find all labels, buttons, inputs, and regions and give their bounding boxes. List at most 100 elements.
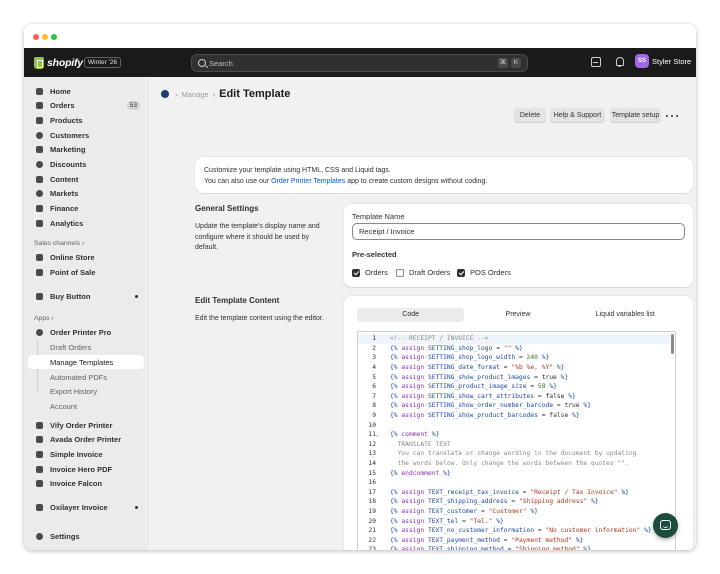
bell-icon[interactable] xyxy=(615,57,625,67)
checkbox-checked xyxy=(352,268,360,277)
sidebar-item-buy-button[interactable]: Buy Button xyxy=(28,289,144,303)
sidebar-item-products[interactable]: Products xyxy=(28,113,144,127)
line-number: 17 xyxy=(368,488,376,496)
draft-orders-checkbox[interactable]: Draft Orders xyxy=(396,268,450,277)
sidebar-item-orders[interactable]: Orders 53 xyxy=(28,99,144,113)
code-text: {% assign SETTING_show_product_barcodes … xyxy=(390,412,580,420)
sidebar-item-export-history[interactable]: Export History xyxy=(28,385,144,399)
code-line[interactable]: 6 {% assign SETTING_product_image_size = … xyxy=(358,382,670,392)
code-line[interactable]: 22 {% assign TEXT_payment_method = "Payme… xyxy=(358,536,670,546)
sidebar-item-customers[interactable]: Customers xyxy=(28,128,144,142)
sidebar-item-markets[interactable]: Markets xyxy=(28,187,144,201)
sidebar-item-vify[interactable]: Vify Order Printer xyxy=(28,418,144,432)
code-line[interactable]: 2 {% assign SETTING_shop_logo = "" %} xyxy=(358,344,670,354)
code-line[interactable]: 7 {% assign SETTING_show_cart_attributes … xyxy=(358,392,670,402)
sidebar-item-discounts[interactable]: Discounts xyxy=(28,157,144,171)
sidebar-item-avada[interactable]: Avada Order Printer xyxy=(28,433,144,447)
line-number: 7 xyxy=(372,392,376,400)
code-text: {% assign SETTING_date_format = "%b %e, … xyxy=(390,364,565,372)
code-line[interactable]: 4 {% assign SETTING_date_format = "%b %e,… xyxy=(358,363,670,373)
general-settings-heading: General Settings xyxy=(195,204,259,213)
minimize-window-button[interactable] xyxy=(42,34,48,40)
shopify-logo[interactable]: shopify xyxy=(34,56,83,70)
code-line[interactable]: 9 {% assign SETTING_show_product_barcodes… xyxy=(358,411,670,421)
code-line[interactable]: 21 {% assign TEXT_no_customer_information… xyxy=(358,526,670,536)
code-line[interactable]: 13 You can translate or change wording i… xyxy=(358,449,670,459)
code-line[interactable]: 10 xyxy=(358,420,670,430)
admin-topbar: shopify Winter '26 Search ⌘ K SS Styler … xyxy=(24,48,696,77)
code-line[interactable]: 3 {% assign SETTING_shop_logo_width = 240… xyxy=(358,353,670,363)
sidebar-item-settings[interactable]: Settings xyxy=(28,529,144,543)
target-icon xyxy=(35,146,43,153)
sidebar-item-manage-templates[interactable]: Manage Templates xyxy=(28,355,144,369)
template-name-input[interactable]: Receipt / Invoice xyxy=(352,223,685,240)
code-line[interactable]: 8 {% assign SETTING_show_order_number_bar… xyxy=(358,401,670,411)
sidebar-item-automated-pdfs[interactable]: Automated PDFs xyxy=(28,370,144,384)
close-window-button[interactable] xyxy=(33,34,39,40)
code-line[interactable]: 14 the words below. Only change the word… xyxy=(358,459,670,469)
code-line[interactable]: 1 <!-- RECEIPT / INVOICE --> xyxy=(358,334,670,344)
order-printer-templates-link[interactable]: Order Printer Templates xyxy=(271,178,345,185)
pos-orders-checkbox[interactable]: POS Orders xyxy=(457,268,511,277)
code-line[interactable]: 15 {% endcomment %} xyxy=(358,468,670,478)
intro-line-1: Customize your template using HTML, CSS … xyxy=(204,167,391,174)
line-number: 22 xyxy=(368,536,376,544)
chat-button[interactable] xyxy=(653,513,678,538)
code-text: {% assign TEXT_no_customer_information =… xyxy=(390,527,652,535)
app-logo-icon[interactable] xyxy=(161,90,169,98)
sales-channels-heading[interactable]: Sales channels › xyxy=(34,240,84,247)
tab-liquid-variables[interactable]: Liquid variables list xyxy=(572,308,679,322)
sidebar-item-finance[interactable]: Finance xyxy=(28,201,144,215)
avatar[interactable]: SS xyxy=(635,54,649,68)
sidebar-item-online-store[interactable]: Online Store xyxy=(28,251,144,265)
buy-button-icon xyxy=(35,292,43,300)
code-text: {% assign TEXT_shipping_method = "Shippi… xyxy=(390,546,591,550)
avada-app-icon xyxy=(35,436,43,443)
template-setup-button[interactable]: Template setup xyxy=(610,108,661,123)
sidebar-item-marketing[interactable]: Marketing xyxy=(28,143,144,157)
code-editor[interactable]: 1 <!-- RECEIPT / INVOICE --> 2 {% assign SE… xyxy=(357,331,676,550)
sidebar-item-home[interactable]: Home xyxy=(28,84,144,98)
tab-preview[interactable]: Preview xyxy=(464,308,571,322)
oxilayer-app-icon xyxy=(35,504,43,511)
sidebar-item-invoice-hero[interactable]: Invoice Hero PDF xyxy=(28,462,144,476)
sidebar-item-account[interactable]: Account xyxy=(28,399,144,413)
code-line[interactable]: 11 ⌄ {% comment %} xyxy=(358,430,670,440)
sidebar-item-simple-invoice[interactable]: Simple Invoice xyxy=(28,447,144,461)
code-line[interactable]: 5 {% assign SETTING_show_product_images =… xyxy=(358,372,670,382)
sidebar-item-draft-orders[interactable]: Draft Orders xyxy=(28,341,144,355)
sidebar-item-point-of-sale[interactable]: Point of Sale xyxy=(28,265,144,279)
code-line[interactable]: 12 TRANSLATE TEXT xyxy=(358,440,670,450)
help-support-button[interactable]: Help & Support xyxy=(550,108,605,123)
sidebar-item-order-printer-pro[interactable]: Order Printer Pro xyxy=(28,326,144,340)
store-name[interactable]: Styler Store xyxy=(652,57,691,66)
chart-icon xyxy=(35,219,43,227)
code-line[interactable]: 16 xyxy=(358,478,670,488)
code-line[interactable]: 17 {% assign TEXT_receipt_tax_invoice = "… xyxy=(358,488,670,498)
sidebar-item-invoice-falcon[interactable]: Invoice Falcon xyxy=(28,477,144,491)
more-actions-icon[interactable] xyxy=(665,109,679,122)
breadcrumb-parent[interactable]: Manage xyxy=(182,90,209,99)
line-number: 5 xyxy=(372,373,376,381)
code-line[interactable]: 23 {% assign TEXT_shipping_method = "Ship… xyxy=(358,545,670,550)
editor-scrollbar[interactable] xyxy=(671,334,674,354)
tab-code[interactable]: Code xyxy=(357,308,465,322)
code-text: {% endcomment %} xyxy=(390,469,451,477)
delete-button[interactable]: Delete xyxy=(514,108,546,123)
sidebar-item-content[interactable]: Content xyxy=(28,172,144,186)
page-title: Edit Template xyxy=(219,88,291,100)
search-input[interactable]: Search ⌘ K xyxy=(191,54,528,72)
sidebar-item-oxilayer[interactable]: Oxilayer Invoice xyxy=(28,501,144,515)
breadcrumb-separator: › xyxy=(175,89,178,99)
orders-checkbox[interactable]: Orders xyxy=(352,268,388,277)
apps-heading[interactable]: Apps › xyxy=(34,315,54,322)
line-number: 4 xyxy=(372,364,376,372)
code-line[interactable]: 18 {% assign TEXT_shipping_address = "Shi… xyxy=(358,497,670,507)
maximize-window-button[interactable] xyxy=(51,34,57,40)
code-line[interactable]: 20 {% assign TEXT_tel = "Tel." %} xyxy=(358,516,670,526)
store-icon[interactable] xyxy=(591,57,601,67)
edit-content-description: Edit the template content using the edit… xyxy=(195,315,324,322)
sidebar-item-analytics[interactable]: Analytics xyxy=(28,216,144,230)
line-number: 20 xyxy=(368,517,376,525)
code-line[interactable]: 19 {% assign TEXT_customer = "Customer" %… xyxy=(358,507,670,517)
